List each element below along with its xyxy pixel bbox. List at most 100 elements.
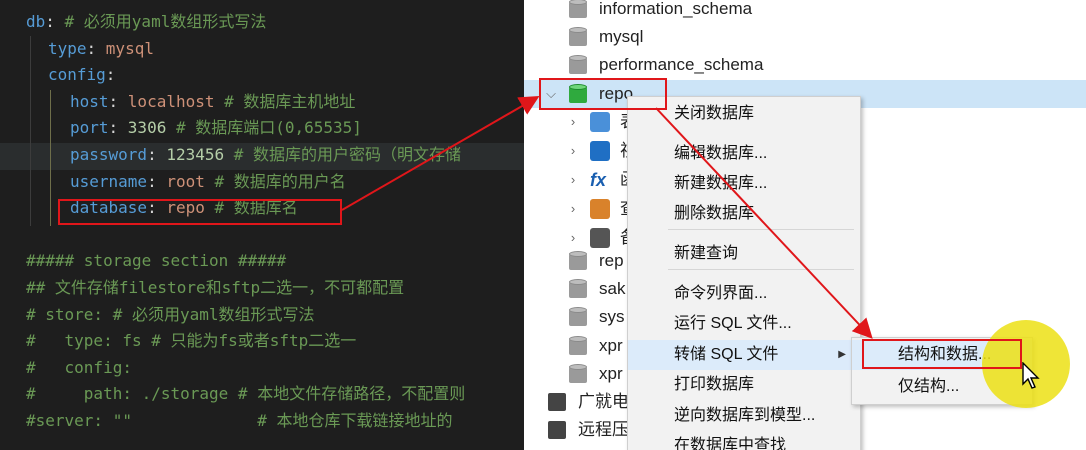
menu-item-print-database[interactable]: 打印数据库 xyxy=(628,370,860,400)
function-icon: fx xyxy=(590,170,607,190)
tree-item-label: sak xyxy=(599,279,626,299)
menu-item-edit-database[interactable]: 编辑数据库... xyxy=(628,139,860,169)
tree-item-label: 远程压 xyxy=(578,420,629,439)
code-token: 123456 xyxy=(166,145,225,164)
tree-item-label: mysql xyxy=(599,27,644,46)
code-token: : xyxy=(105,65,116,85)
menu-item-find-in-database[interactable]: 在数据库中查找 xyxy=(628,431,860,450)
code-line: type: mysql xyxy=(48,35,154,62)
code-token: root xyxy=(166,171,205,191)
code-line: password: 123456 # 数据库的用户密码（明文存储 xyxy=(70,141,461,168)
tree-item-label: information_schema xyxy=(599,0,753,18)
code-token: # 数据库的用户密码（明文存储 xyxy=(224,145,462,164)
tree-item-label: sys xyxy=(599,307,625,327)
database-icon xyxy=(568,55,588,75)
code-token: db xyxy=(26,12,46,31)
indent-guide xyxy=(30,36,31,226)
tree-item-label: rep xyxy=(599,251,624,270)
database-context-menu[interactable]: 关闭数据库编辑数据库... 新建数据库... 删除数据库新建查询命令列界面... 运行… xyxy=(627,96,861,450)
database-icon xyxy=(568,335,588,356)
chevron-right-icon[interactable]: › xyxy=(566,166,580,194)
code-line: config: xyxy=(48,61,115,88)
database-icon xyxy=(568,27,588,47)
menu-item-run-sql-file[interactable]: 运行 SQL 文件... xyxy=(628,309,860,339)
connection-icon xyxy=(548,393,566,411)
code-line: ##### storage section ##### xyxy=(26,247,286,274)
menu-item-command-line[interactable]: 命令列界面... xyxy=(628,279,860,309)
connection-icon xyxy=(548,421,566,439)
table-icon xyxy=(590,112,610,132)
code-token: # 数据库端口(0,65535] xyxy=(166,118,362,138)
code-token: #server: "" # 本地仓库下载链接地址的 xyxy=(26,411,453,430)
code-token: localhost xyxy=(127,91,215,111)
mouse-pointer-icon xyxy=(1022,362,1040,389)
tree-item-label: performance_schema xyxy=(599,55,764,74)
code-line: #server: "" # 本地仓库下载链接地址的 xyxy=(26,407,452,434)
code-token: username xyxy=(70,171,148,191)
tree-item-label: xpr xyxy=(599,363,623,383)
code-line: # config: xyxy=(26,354,132,381)
menu-item-new-database[interactable]: 新建数据库... xyxy=(628,169,860,199)
code-token: 3306 xyxy=(127,118,167,138)
code-line: username: root # 数据库的用户名 xyxy=(70,168,346,195)
menu-item-label: 新建查询 xyxy=(674,245,739,262)
code-token: # type: fs # 只能为fs或者sftp二选一 xyxy=(26,331,357,351)
tree-item-label: 广就电 xyxy=(578,392,629,411)
database-icon xyxy=(568,363,588,384)
menu-item-label: 打印数据库 xyxy=(674,376,755,393)
code-token: config xyxy=(48,65,106,85)
code-token: # 必须用yaml数组形式写法 xyxy=(64,12,267,31)
menu-item-label: 转储 SQL 文件 xyxy=(674,346,779,363)
code-line: # type: fs # 只能为fs或者sftp二选一 xyxy=(26,327,356,354)
menu-item-dump-sql-file[interactable]: 转储 SQL 文件 ▶ xyxy=(628,340,860,370)
code-token: # config: xyxy=(26,357,132,377)
menu-item-delete-database[interactable]: 删除数据库 xyxy=(628,199,860,229)
annotation-box-repo xyxy=(539,78,667,110)
menu-item-label: 运行 SQL 文件... xyxy=(674,315,792,332)
code-token: : xyxy=(147,171,167,191)
menu-item-label: 删除数据库 xyxy=(674,205,755,222)
code-token: type xyxy=(48,38,87,58)
menu-item-new-query[interactable]: 新建查询 xyxy=(628,239,860,269)
code-token: # 数据库的用户名 xyxy=(204,171,346,191)
tree-item-database[interactable]: performance_schema xyxy=(524,51,1086,79)
code-token: # 数据库主机地址 xyxy=(214,91,356,111)
code-token: mysql xyxy=(105,38,154,58)
annotation-box-database-line xyxy=(58,199,342,225)
tree-item-database[interactable]: information_schema xyxy=(524,0,1086,23)
code-token: : xyxy=(45,12,65,31)
code-line: db: # 必须用yaml数组形式写法 xyxy=(26,8,266,35)
database-icon xyxy=(568,307,588,327)
submenu-arrow-icon: ▶ xyxy=(838,349,846,360)
view-icon xyxy=(590,141,610,161)
chevron-right-icon[interactable]: › xyxy=(566,137,580,165)
tree-item-label: xpr xyxy=(599,335,623,355)
code-line: # store: # 必须用yaml数组形式写法 xyxy=(26,301,315,328)
database-icon xyxy=(568,279,588,299)
database-icon xyxy=(568,251,588,271)
indent-guide-active xyxy=(50,90,51,226)
chevron-right-icon[interactable]: › xyxy=(566,108,580,136)
backup-icon xyxy=(590,228,610,248)
menu-separator xyxy=(668,229,854,230)
menu-item-label: 新建数据库... xyxy=(674,175,768,192)
menu-item-reverse-to-model[interactable]: 逆向数据库到模型... xyxy=(628,401,860,431)
code-editor[interactable]: db: # 必须用yaml数组形式写法 type: mysql config: hos… xyxy=(0,0,524,450)
code-token: ##### storage section ##### xyxy=(26,251,287,271)
code-token: # path: ./storage # 本地文件存储路径，不配置则 xyxy=(26,384,466,404)
chevron-right-icon[interactable]: › xyxy=(566,195,580,223)
menu-item-label: 关闭数据库 xyxy=(674,105,755,122)
tree-item-database[interactable]: mysql xyxy=(524,23,1086,51)
code-token: : xyxy=(108,118,128,138)
menu-item-label: 在数据库中查找 xyxy=(674,437,787,450)
code-line: # path: ./storage # 本地文件存储路径，不配置则 xyxy=(26,380,465,407)
code-line: port: 3306 # 数据库端口(0,65535] xyxy=(70,114,362,141)
code-token: password xyxy=(70,145,148,164)
query-icon xyxy=(590,199,610,219)
menu-item-label: 命令列界面... xyxy=(674,285,768,302)
code-token: port xyxy=(70,118,109,138)
code-token: : xyxy=(108,91,128,111)
code-token: ## 文件存储filestore和sftp二选一，不可都配置 xyxy=(26,278,405,297)
code-token: host xyxy=(70,91,109,111)
code-token: # store: # 必须用yaml数组形式写法 xyxy=(26,304,315,324)
